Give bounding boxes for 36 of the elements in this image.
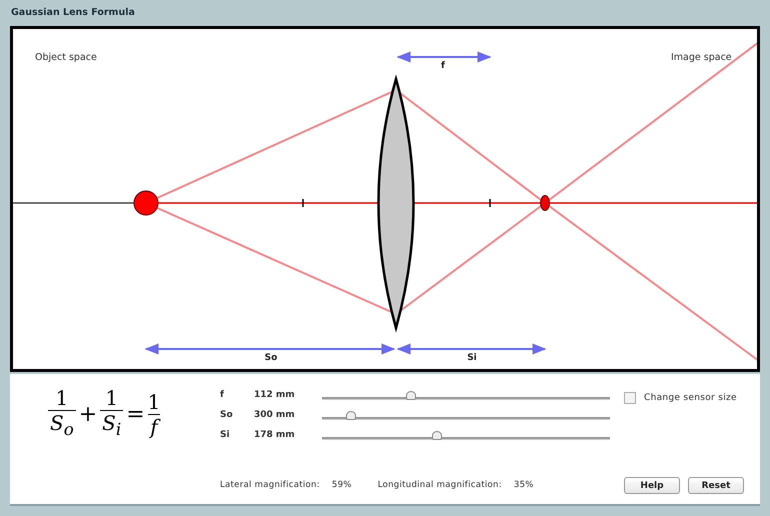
fraction-denominator: S$_{i}$: [100, 410, 124, 442]
fraction-numerator: 1: [56, 386, 68, 410]
focal-point-tick: [489, 199, 491, 207]
magnification-label: Longitudinal magnification:: [378, 480, 502, 490]
slider-label: f: [220, 390, 225, 400]
magnification-label: Lateral magnification:: [220, 480, 320, 490]
checkbox[interactable]: [624, 392, 636, 404]
focal-length-label: f: [441, 61, 445, 71]
slider-reading: 178 mm: [254, 430, 296, 440]
slider-label: So: [220, 410, 234, 420]
magnification-value: 35%: [514, 480, 534, 490]
diagram-label: Image space: [671, 52, 732, 63]
lens-icon: [377, 78, 415, 330]
slider-thumb[interactable]: [406, 390, 416, 400]
object-dot[interactable]: [134, 190, 158, 216]
fraction-numerator: 1: [105, 386, 118, 410]
slider-reading: 112 mm: [254, 390, 296, 400]
fraction-numerator: 1: [148, 390, 160, 414]
window-title: Gaussian Lens Formula: [10, 6, 136, 20]
fraction-denominator: f: [148, 414, 160, 438]
object-distance-label: So: [264, 353, 278, 363]
image-dot: [540, 195, 550, 211]
fraction-denominator: S$_{o}$: [48, 410, 76, 442]
slider-thumb[interactable]: [432, 430, 442, 440]
formula-operator: +: [78, 402, 98, 426]
action-button[interactable]: Help: [624, 477, 680, 494]
slider-label: Si: [220, 430, 231, 440]
slider-reading: 300 mm: [254, 410, 296, 420]
action-button[interactable]: Reset: [688, 477, 744, 494]
image-distance-label: Si: [467, 353, 477, 363]
formula-operator: =: [126, 402, 145, 426]
checkbox-label: Change sensor size: [644, 393, 737, 403]
slider-thumb[interactable]: [346, 410, 356, 420]
diagram-label: Object space: [35, 52, 97, 63]
focal-point-tick: [302, 199, 304, 207]
magnification-value: 59%: [332, 480, 352, 490]
